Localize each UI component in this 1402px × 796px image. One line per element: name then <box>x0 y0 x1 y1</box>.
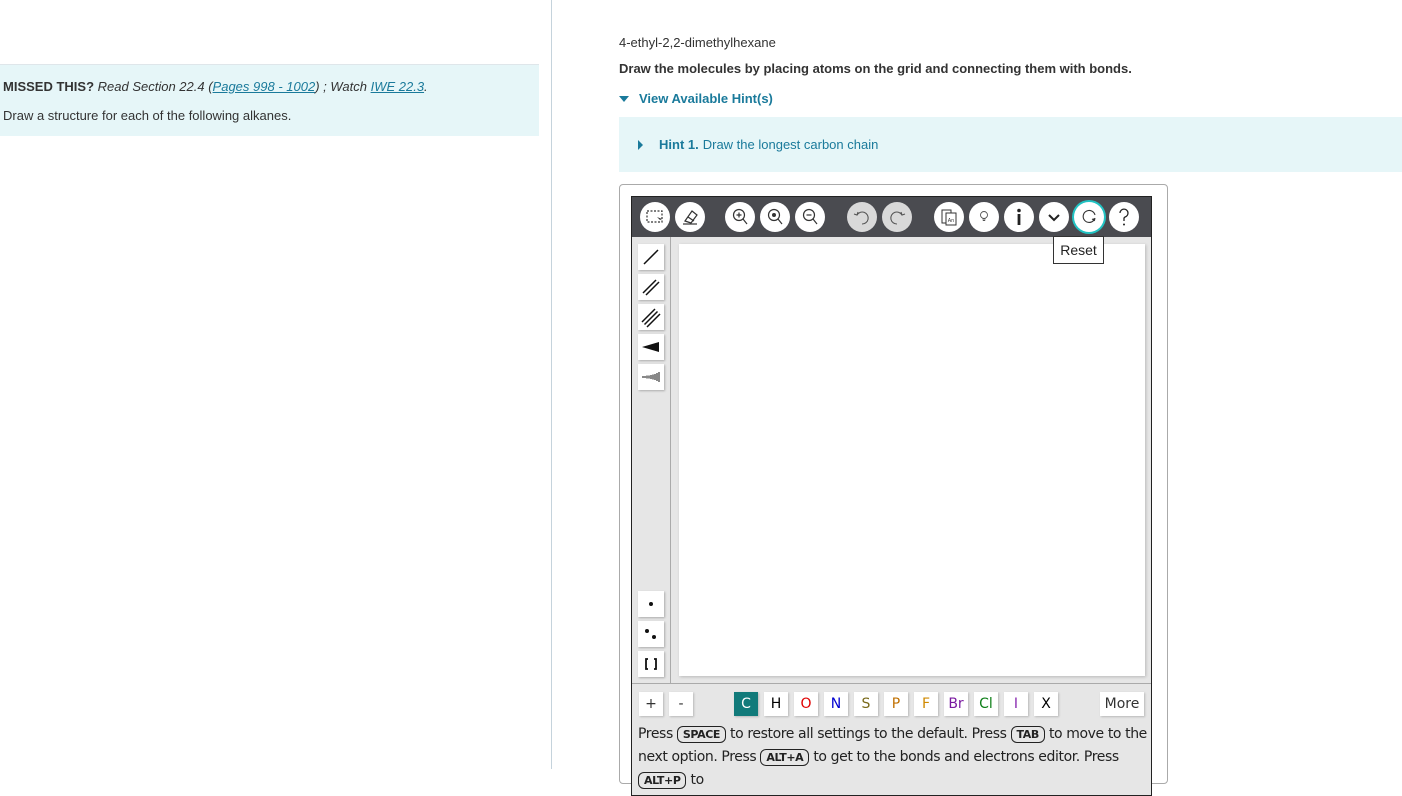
bond-tools-panel <box>632 237 671 683</box>
question-prompt: Draw a structure for each of the followi… <box>3 108 292 123</box>
wedge-bond-icon <box>642 342 659 352</box>
view-hints-toggle[interactable]: View Available Hint(s) <box>619 91 773 106</box>
single-bond-icon <box>643 249 659 265</box>
redo-icon <box>890 211 906 225</box>
radical-dot-icon <box>649 602 653 606</box>
atom-button-p[interactable]: P <box>884 692 908 716</box>
atom-button-c[interactable]: C <box>734 692 758 716</box>
lightbulb-icon <box>980 211 988 221</box>
atom-button-br[interactable]: Br <box>944 692 968 716</box>
instructions: Draw the molecules by placing atoms on t… <box>619 61 1132 76</box>
select-tool-button[interactable] <box>640 202 670 232</box>
bracket-icon <box>645 658 657 670</box>
undo-button[interactable] <box>847 202 877 232</box>
drawing-canvas[interactable] <box>679 244 1145 676</box>
lone-pair-button[interactable] <box>638 621 664 647</box>
question-icon <box>1119 208 1129 226</box>
molecule-name: 4-ethyl-2,2-dimethylhexane <box>619 35 776 50</box>
reset-button[interactable] <box>1074 202 1104 232</box>
atom-button-x[interactable]: X <box>1034 692 1058 716</box>
hint-1[interactable]: Hint 1. Draw the longest carbon chain <box>619 117 1402 172</box>
triple-bond-button[interactable] <box>638 304 664 330</box>
read-section-text: Read Section 22.4 ( <box>97 79 213 94</box>
info-button[interactable] <box>1004 202 1034 232</box>
molecule-editor-frame: An Reset + - C H O N S P F Br Cl I X Mor… <box>619 184 1168 796</box>
zoom-out-button[interactable] <box>795 202 825 232</box>
atom-button-o[interactable]: O <box>794 692 818 716</box>
help-text-2: to restore all settings to the default. … <box>725 726 1011 742</box>
redo-button[interactable] <box>882 202 912 232</box>
missed-this-box: MISSED THIS? Read Section 22.4 (Pages 99… <box>0 64 539 136</box>
watch-text: ) ; Watch <box>315 79 371 94</box>
period: . <box>424 79 428 94</box>
hint-label: Hint 1. <box>659 137 699 152</box>
caret-down-icon <box>619 96 629 102</box>
zoom-in-icon <box>732 208 748 225</box>
atom-button-f[interactable]: F <box>914 692 938 716</box>
more-options-button[interactable] <box>1039 202 1069 232</box>
lone-pair-icon <box>645 629 656 639</box>
svg-text:An: An <box>948 218 955 224</box>
radical-button[interactable] <box>638 591 664 617</box>
templates-icon: An <box>941 209 957 226</box>
molecule-editor: An Reset + - C H O N S P F Br Cl I X Mor… <box>631 196 1152 796</box>
atom-button-h[interactable]: H <box>764 692 788 716</box>
templates-button[interactable]: An <box>934 202 964 232</box>
right-panel: 4-ethyl-2,2-dimethylhexane Draw the mole… <box>553 0 1402 796</box>
left-panel: MISSED THIS? Read Section 22.4 (Pages 99… <box>0 0 552 769</box>
hint-button[interactable] <box>969 202 999 232</box>
keyboard-help-text: Press SPACE to restore all settings to t… <box>638 723 1148 792</box>
reset-tooltip: Reset <box>1053 236 1104 264</box>
missed-label: MISSED THIS? <box>3 79 95 94</box>
zoom-reset-button[interactable] <box>760 202 790 232</box>
double-bond-icon <box>642 279 660 296</box>
more-atoms-button[interactable]: More <box>1100 692 1144 716</box>
kbd-space: SPACE <box>676 726 726 743</box>
atom-button-s[interactable]: S <box>854 692 878 716</box>
iwe-link[interactable]: IWE 22.3 <box>371 79 424 94</box>
wedge-bond-button[interactable] <box>638 334 664 360</box>
zoom-reset-icon <box>767 208 783 225</box>
atom-button-cl[interactable]: Cl <box>974 692 998 716</box>
reset-icon <box>1082 209 1096 223</box>
bracket-button[interactable] <box>638 651 664 677</box>
hints-toggle-label: View Available Hint(s) <box>639 91 773 106</box>
hint-text: Draw the longest carbon chain <box>702 137 879 152</box>
charge-minus-button[interactable]: - <box>669 692 693 716</box>
hash-bond-icon <box>642 372 660 382</box>
help-text-1: Press <box>638 726 677 742</box>
help-text-5: to <box>686 772 705 788</box>
double-bond-button[interactable] <box>638 274 664 300</box>
atom-button-i[interactable]: I <box>1004 692 1028 716</box>
pages-link[interactable]: Pages 998 - 1002 <box>213 79 316 94</box>
chevron-down-icon <box>1048 214 1060 222</box>
help-button[interactable] <box>1109 202 1139 232</box>
editor-toolbar: An <box>632 197 1151 237</box>
caret-right-icon <box>638 139 643 150</box>
eraser-icon <box>683 210 698 225</box>
hash-bond-button[interactable] <box>638 364 664 390</box>
atom-bar: + - C H O N S P F Br Cl I X More <box>632 683 1151 723</box>
single-bond-button[interactable] <box>638 244 664 270</box>
charge-plus-button[interactable]: + <box>639 692 663 716</box>
kbd-alt-a: ALT+A <box>760 749 810 766</box>
zoom-out-icon <box>802 208 818 225</box>
undo-icon <box>853 211 869 225</box>
help-text-4: to get to the bonds and electrons editor… <box>809 749 1119 765</box>
zoom-in-button[interactable] <box>725 202 755 232</box>
triple-bond-icon <box>641 308 661 328</box>
kbd-tab: TAB <box>1010 726 1045 743</box>
erase-tool-button[interactable] <box>675 202 705 232</box>
kbd-alt-p: ALT+P <box>638 772 687 789</box>
marquee-select-icon <box>646 210 663 223</box>
atom-button-n[interactable]: N <box>824 692 848 716</box>
info-icon <box>1017 208 1021 225</box>
